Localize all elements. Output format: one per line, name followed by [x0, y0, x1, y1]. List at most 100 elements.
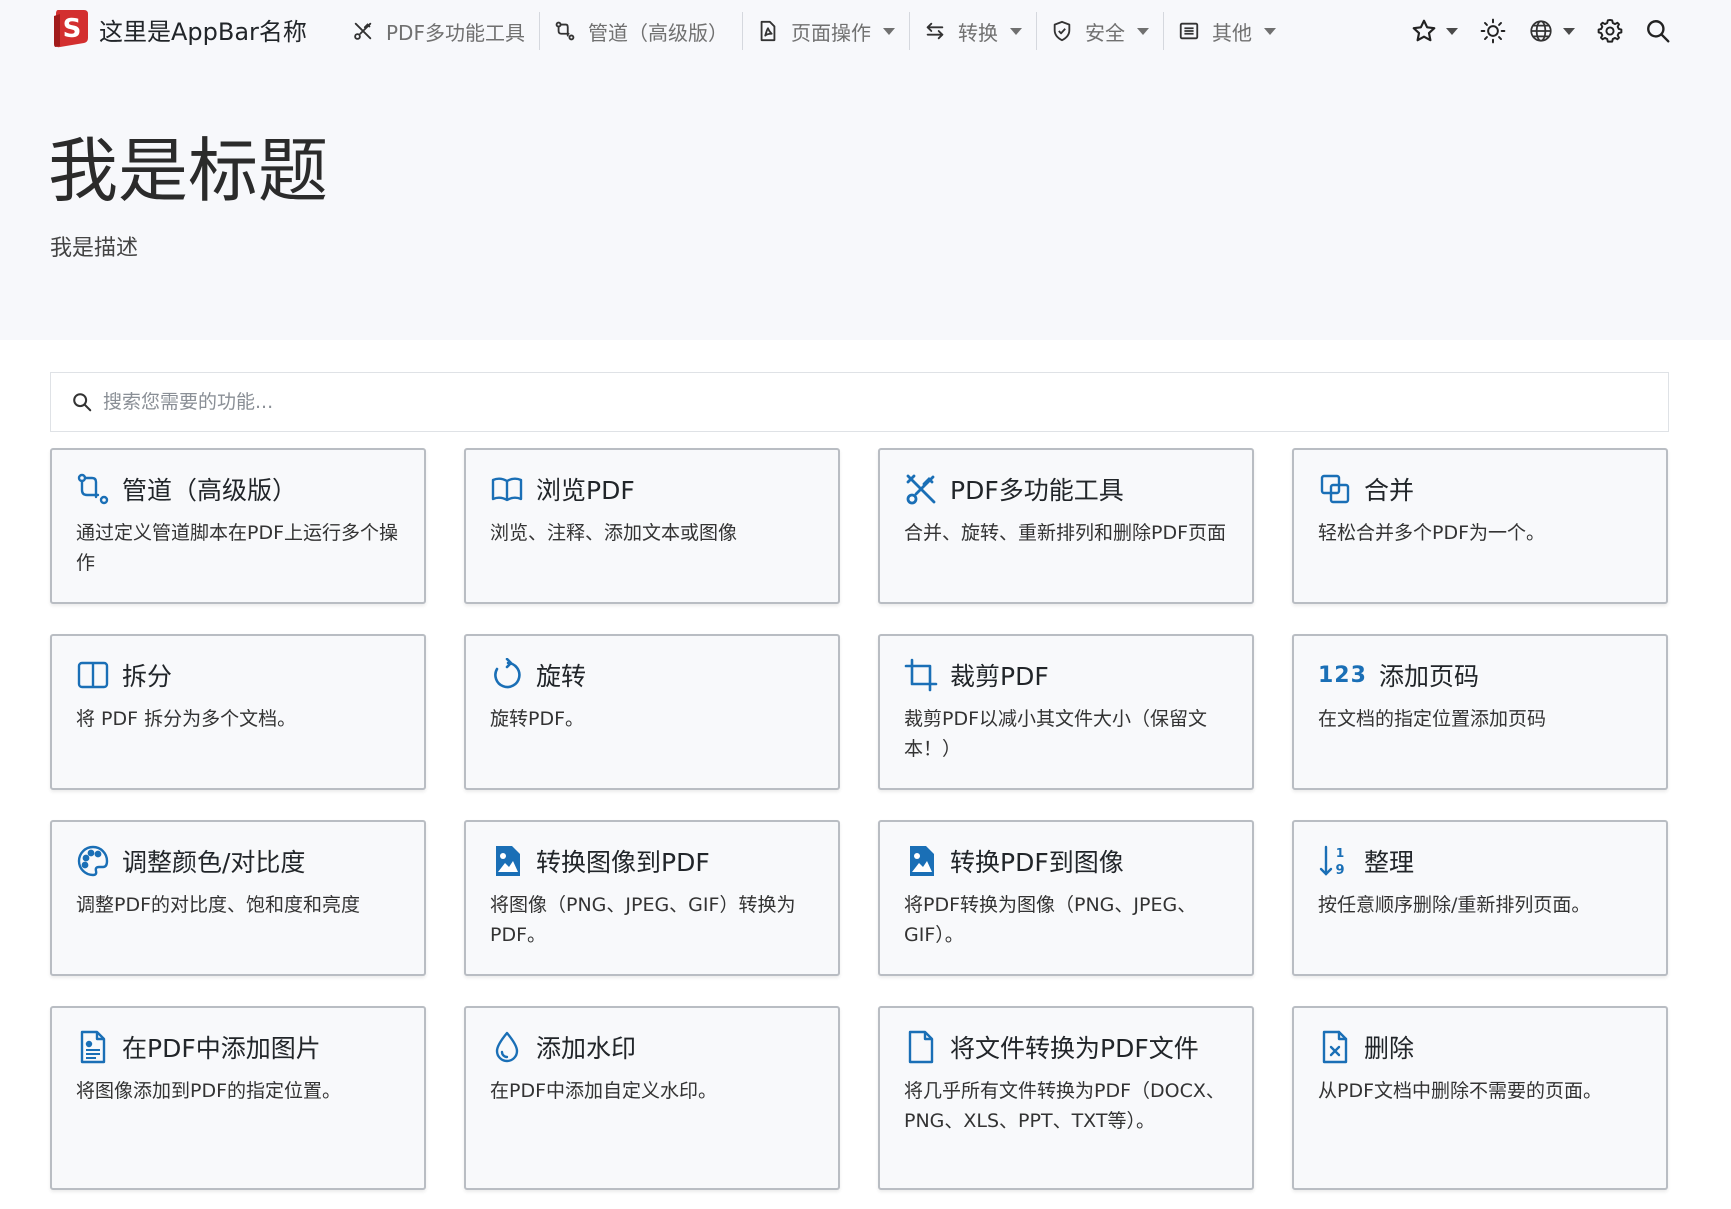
- nav-security[interactable]: 安全: [1037, 11, 1163, 51]
- card-title: 浏览PDF: [536, 476, 635, 505]
- card-header: 调整颜色/对比度: [76, 842, 400, 880]
- tool-card-watermark[interactable]: 添加水印 在PDF中添加自定义水印。: [464, 1006, 840, 1190]
- card-title: 合并: [1364, 476, 1415, 505]
- tool-card-add-image[interactable]: 在PDF中添加图片 将图像添加到PDF的指定位置。: [50, 1006, 426, 1190]
- image-icon: [490, 844, 524, 878]
- card-title: 管道（高级版）: [122, 476, 298, 505]
- card-description: 将PDF转换为图像（PNG、JPEG、GIF）。: [904, 894, 1197, 946]
- sort-numeric-icon: 1 9: [1318, 844, 1352, 878]
- scissors-tools-icon: [354, 22, 372, 40]
- card-header: 123 添加页码: [1318, 656, 1642, 694]
- tool-card-organize[interactable]: 1 9 整理 按任意顺序删除/重新排列页面。: [1292, 820, 1668, 976]
- appbar-actions: [1389, 0, 1671, 62]
- gear-icon: [1597, 18, 1623, 43]
- favorites-button[interactable]: [1411, 18, 1458, 44]
- tool-card-page-numbers[interactable]: 123 添加页码 在文档的指定位置添加页码: [1292, 634, 1668, 790]
- nav-label: 管道（高级版）: [587, 20, 728, 45]
- settings-button[interactable]: [1597, 18, 1623, 44]
- tool-card-split[interactable]: 拆分 将 PDF 拆分为多个文档。: [50, 634, 426, 790]
- tool-card-merge[interactable]: 合并 轻松合并多个PDF为一个。: [1292, 448, 1668, 604]
- tool-card-image-to-pdf[interactable]: 转换图像到PDF 将图像（PNG、JPEG、GIF）转换为PDF。: [464, 820, 840, 976]
- tool-card-remove-pages[interactable]: 删除 从PDF文档中删除不需要的页面。: [1292, 1006, 1668, 1190]
- card-header: 管道（高级版）: [76, 470, 400, 508]
- chevron-down-icon: [1136, 27, 1149, 35]
- language-button[interactable]: [1528, 18, 1575, 44]
- tool-card-file-to-pdf[interactable]: 将文件转换为PDF文件 将几乎所有文件转换为PDF（DOCX、PNG、XLS、P…: [878, 1006, 1254, 1190]
- sun-icon: [1480, 18, 1506, 44]
- tool-card-crop[interactable]: 裁剪PDF 裁剪PDF以减小其文件大小（保留文本！）: [878, 634, 1254, 790]
- app-name[interactable]: 这里是AppBar名称: [99, 12, 307, 47]
- card-header: 将文件转换为PDF文件: [904, 1028, 1228, 1066]
- chevron-down-icon: [1263, 27, 1276, 35]
- card-description: 裁剪PDF以减小其文件大小（保留文本！）: [904, 708, 1208, 760]
- tool-grid: 管道（高级版） 通过定义管道脚本在PDF上运行多个操作 浏览PDF 浏览、注释、…: [50, 448, 1668, 1190]
- stirling-logo-icon[interactable]: S: [52, 8, 90, 48]
- nav-convert[interactable]: 转换: [910, 11, 1036, 51]
- merge-icon: [1318, 472, 1352, 506]
- card-title: 转换PDF到图像: [950, 848, 1124, 877]
- card-header: 在PDF中添加图片: [76, 1028, 400, 1066]
- card-header: 拆分: [76, 656, 400, 694]
- star-icon: [1412, 19, 1436, 42]
- nav-multi-tool[interactable]: PDF多功能工具: [338, 11, 539, 51]
- svg-text:9: 9: [1335, 863, 1344, 878]
- tool-card-view-pdf[interactable]: 浏览PDF 浏览、注释、添加文本或图像: [464, 448, 840, 604]
- card-title: PDF多功能工具: [950, 476, 1124, 505]
- card-title: 转换图像到PDF: [536, 848, 710, 877]
- rotate-icon: [490, 658, 524, 692]
- card-description: 在文档的指定位置添加页码: [1318, 708, 1547, 730]
- tool-card-pdf-to-image[interactable]: 转换PDF到图像 将PDF转换为图像（PNG、JPEG、GIF）。: [878, 820, 1254, 976]
- tool-card-pipeline[interactable]: 管道（高级版） 通过定义管道脚本在PDF上运行多个操作: [50, 448, 426, 604]
- tool-card-multi-tool[interactable]: PDF多功能工具 合并、旋转、重新排列和删除PDF页面: [878, 448, 1254, 604]
- svg-text:S: S: [63, 14, 82, 44]
- card-description: 从PDF文档中删除不需要的页面。: [1318, 1080, 1603, 1102]
- tool-card-adjust-colors[interactable]: 调整颜色/对比度 调整PDF的对比度、饱和度和亮度: [50, 820, 426, 976]
- card-description: 将 PDF 拆分为多个文档。: [76, 708, 297, 730]
- nav-other[interactable]: 其他: [1164, 11, 1290, 51]
- card-description: 将几乎所有文件转换为PDF（DOCX、PNG、XLS、PPT、TXT等）。: [904, 1080, 1225, 1132]
- chevron-down-icon: [1563, 27, 1575, 35]
- card-header: 裁剪PDF: [904, 656, 1228, 694]
- split-icon: [76, 658, 110, 692]
- card-header: 浏览PDF: [490, 470, 814, 508]
- card-description: 按任意顺序删除/重新排列页面。: [1318, 894, 1591, 916]
- file-pdf-icon: [760, 20, 776, 42]
- nav-label: 安全: [1084, 20, 1125, 45]
- card-title: 删除: [1364, 1034, 1415, 1063]
- chevron-down-icon: [1446, 27, 1458, 35]
- file-icon: [904, 1030, 938, 1064]
- nav-page-ops[interactable]: 页面操作: [743, 11, 909, 51]
- card-description: 旋转PDF。: [490, 708, 585, 730]
- card-header: 合并: [1318, 470, 1642, 508]
- card-title: 旋转: [536, 662, 587, 691]
- hero-section: 我是标题 我是描述: [0, 62, 1731, 340]
- search-input[interactable]: [101, 390, 1505, 414]
- nav-label: 页面操作: [790, 20, 871, 45]
- theme-toggle-button[interactable]: [1480, 18, 1506, 44]
- card-header: 转换图像到PDF: [490, 842, 814, 880]
- number-icon-text: 123: [1318, 662, 1367, 688]
- file-x-icon: [1318, 1030, 1352, 1064]
- global-search-button[interactable]: [1645, 18, 1671, 44]
- card-title: 调整颜色/对比度: [122, 848, 306, 877]
- card-title: 添加水印: [536, 1034, 637, 1063]
- number-icon: 123: [1318, 658, 1367, 692]
- card-header: 转换PDF到图像: [904, 842, 1228, 880]
- app-bar: S 这里是AppBar名称 PDF多功能工具 管道（高级版） 页面操作 转换 安…: [0, 0, 1731, 62]
- globe-icon: [1530, 20, 1552, 42]
- card-header: PDF多功能工具: [904, 470, 1228, 508]
- tool-card-rotate[interactable]: 旋转 旋转PDF。: [464, 634, 840, 790]
- nav-pipeline[interactable]: 管道（高级版）: [540, 11, 742, 51]
- list-icon: [1179, 22, 1199, 40]
- page-description: 我是描述: [50, 236, 139, 261]
- chevron-down-icon: [882, 27, 895, 35]
- card-title: 裁剪PDF: [950, 662, 1049, 691]
- pipeline-icon: [555, 21, 575, 41]
- card-description: 通过定义管道脚本在PDF上运行多个操作: [76, 522, 399, 574]
- page-title: 我是标题: [48, 130, 328, 212]
- file-image-icon: [76, 1030, 110, 1064]
- palette-icon: [76, 844, 110, 878]
- card-description: 浏览、注释、添加文本或图像: [490, 522, 738, 544]
- pipeline-icon: [76, 472, 110, 506]
- card-description: 轻松合并多个PDF为一个。: [1318, 522, 1546, 544]
